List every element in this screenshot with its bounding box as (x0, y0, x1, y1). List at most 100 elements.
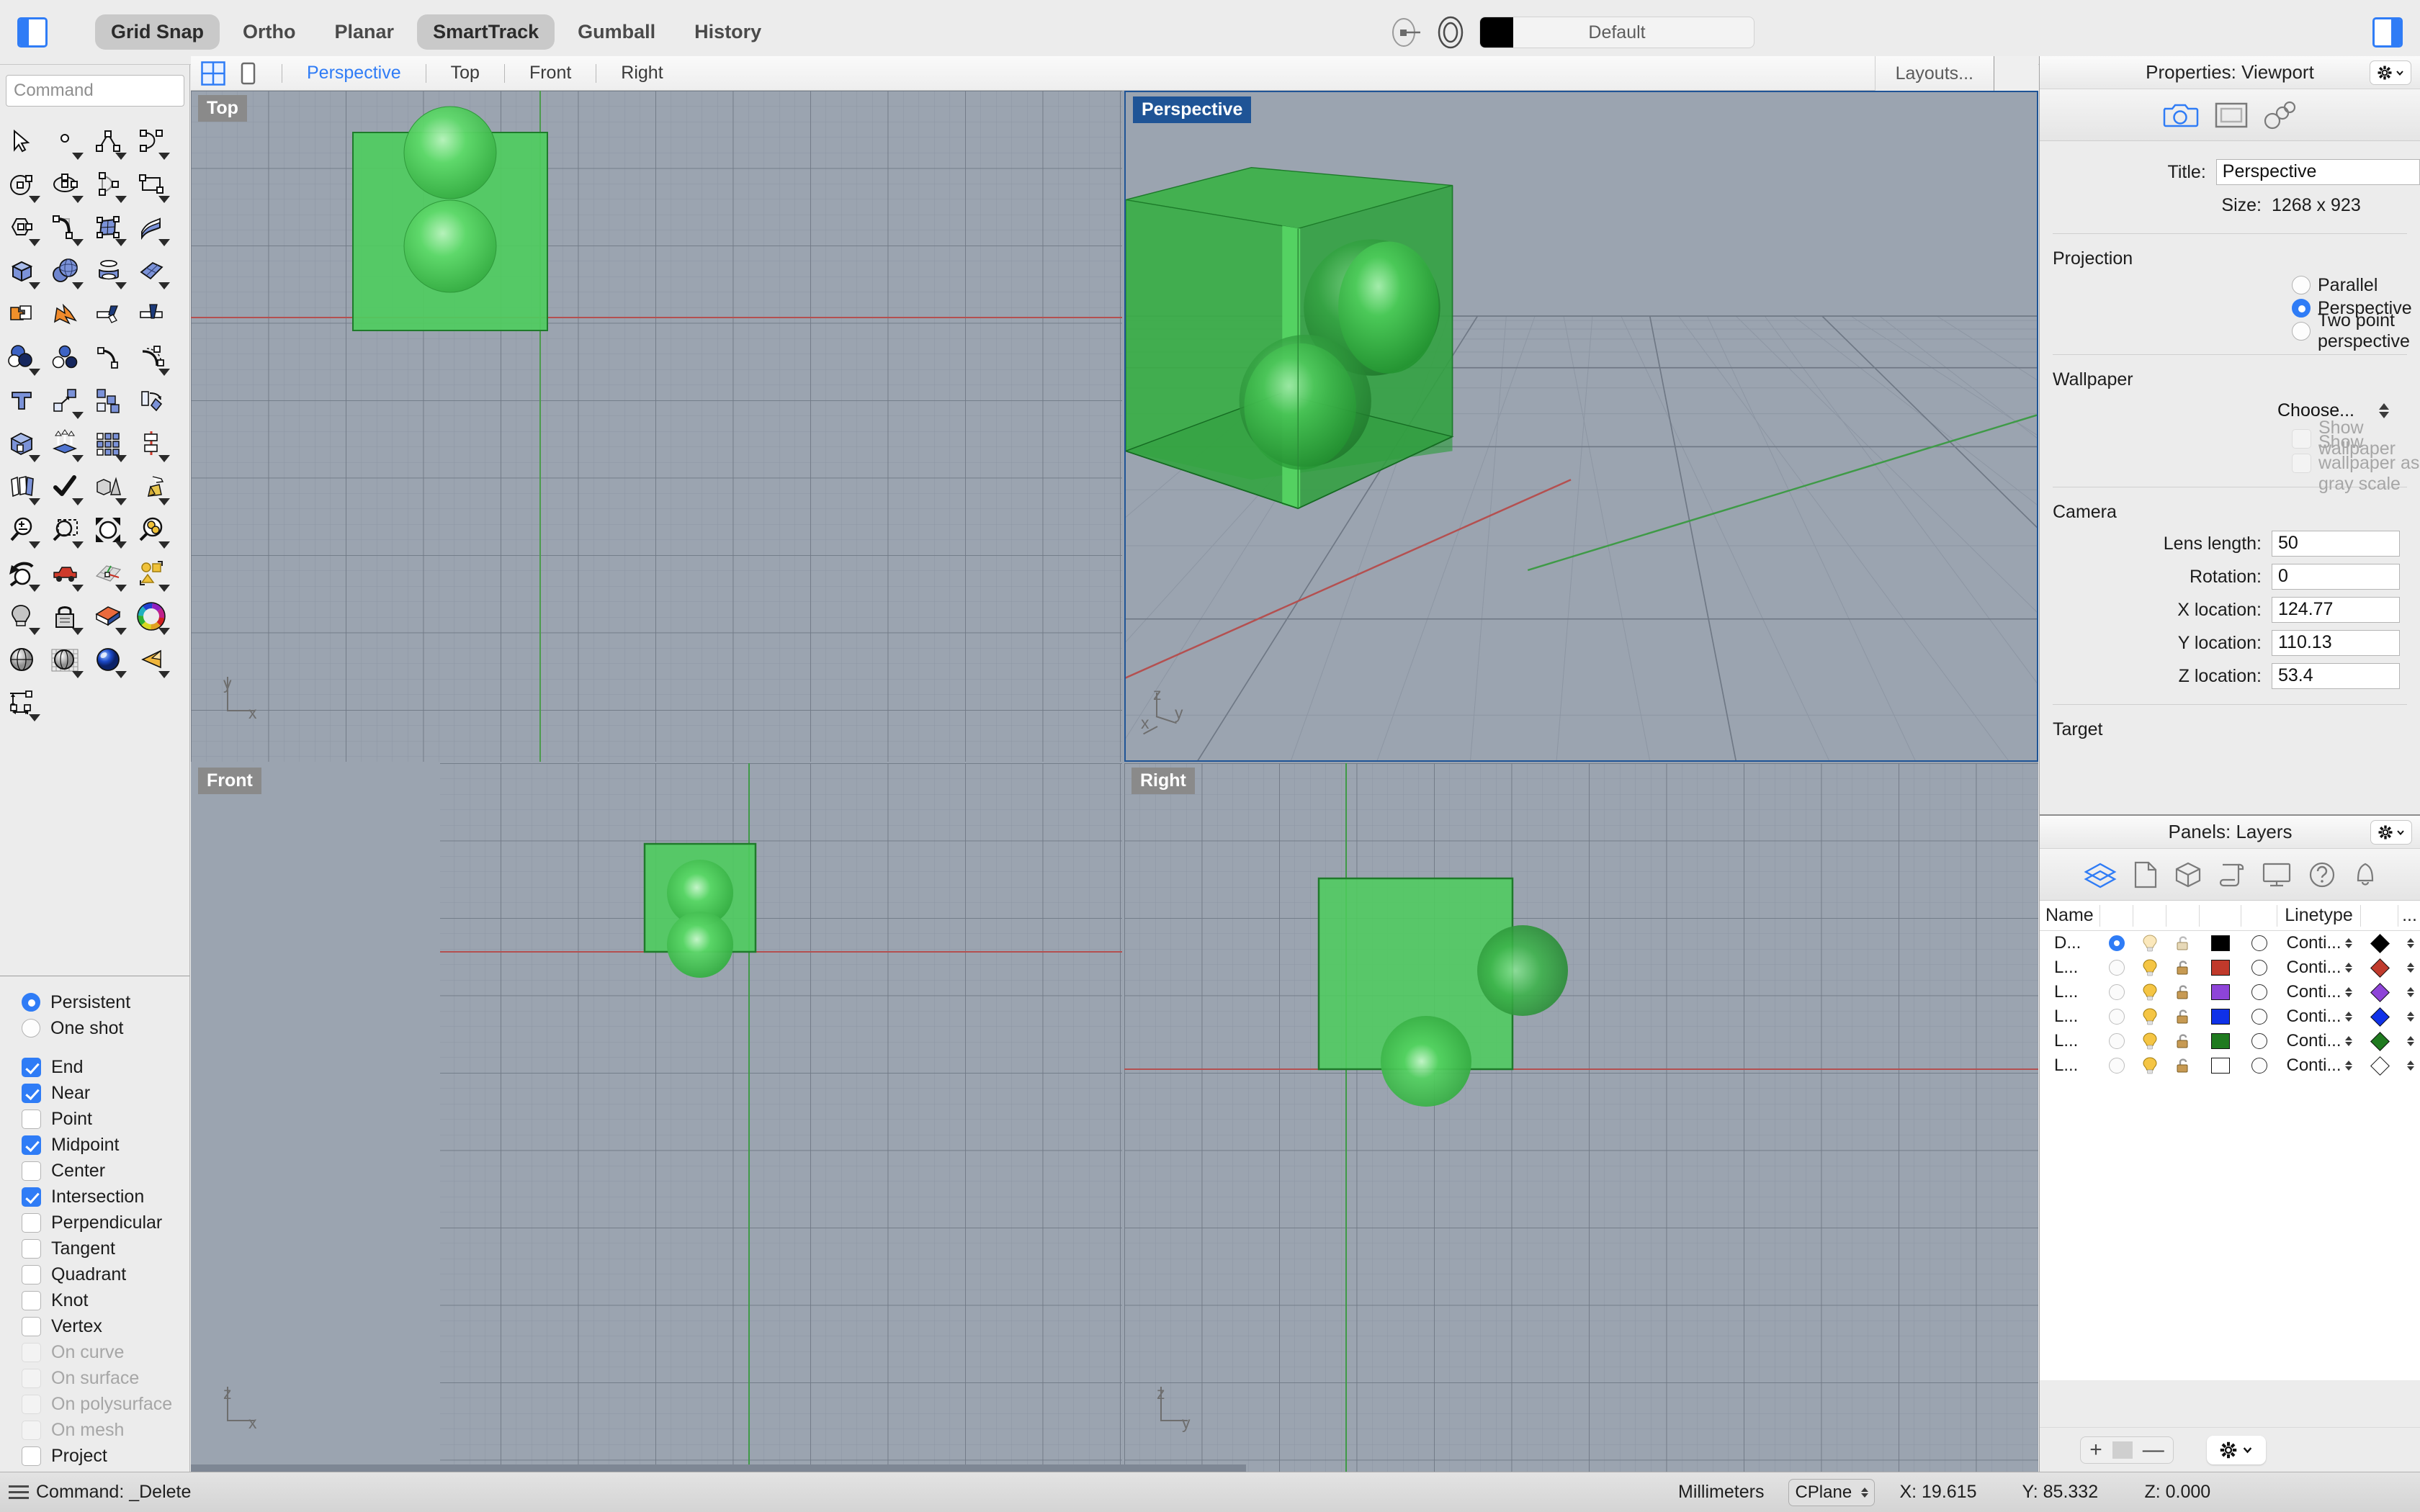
layers-icon[interactable] (2083, 860, 2118, 889)
tab-front[interactable]: Front (516, 63, 584, 84)
tool-boolean-union-icon[interactable] (0, 292, 43, 336)
table-row[interactable]: L... Conti... (2040, 980, 2420, 1004)
layer-linetype-select[interactable]: Conti... (2277, 1031, 2361, 1051)
cube-icon[interactable] (2174, 860, 2202, 889)
tab-top[interactable]: Top (438, 63, 493, 84)
osnap-project[interactable]: Project (22, 1443, 189, 1469)
osnap-end[interactable]: End (22, 1054, 189, 1080)
layer-visibility-bulb-icon[interactable] (2133, 1032, 2166, 1050)
table-row[interactable]: D... Conti... (2040, 931, 2420, 955)
osnap-midpoint[interactable]: Midpoint (22, 1132, 189, 1158)
table-row[interactable]: L... Conti... (2040, 1004, 2420, 1029)
layer-col-name[interactable]: Name (2040, 904, 2100, 927)
tool-edit-points-icon[interactable] (130, 336, 173, 379)
tool-text-icon[interactable] (0, 379, 43, 422)
tool-cplane-icon[interactable] (86, 552, 130, 595)
tool-split-icon[interactable] (130, 292, 173, 336)
layer-more-menu[interactable] (2398, 1036, 2420, 1046)
layer-color-swatch[interactable] (2200, 984, 2241, 1000)
toggle-smarttrack[interactable]: SmartTrack (417, 14, 555, 50)
tab-right[interactable]: Right (608, 63, 676, 84)
layer-lock-icon[interactable] (2166, 983, 2200, 1002)
radio-two-point-perspective[interactable] (2292, 322, 2311, 341)
layer-current-toggle[interactable] (2100, 935, 2133, 951)
layer-visibility-bulb-icon[interactable] (2133, 1056, 2166, 1075)
layer-color-swatch[interactable] (2200, 960, 2241, 976)
linked-objects-icon[interactable] (2264, 101, 2298, 130)
checkbox-intersection[interactable] (22, 1187, 41, 1207)
layer-material-icon[interactable] (2241, 960, 2277, 976)
tool-control-points-on-icon[interactable] (86, 336, 130, 379)
toggle-planar[interactable]: Planar (319, 14, 411, 50)
layer-current-toggle[interactable] (2100, 1009, 2133, 1025)
layer-more-menu[interactable] (2398, 987, 2420, 997)
tool-curve-icon[interactable] (130, 120, 173, 163)
layer-more-menu[interactable] (2398, 938, 2420, 948)
layer-current-toggle[interactable] (2100, 1033, 2133, 1049)
projection-two-point-option[interactable]: Two point perspective (2040, 310, 2420, 351)
layer-name[interactable]: L... (2040, 1031, 2100, 1051)
tool-offset-icon[interactable] (0, 465, 43, 508)
checkbox-vertex[interactable] (22, 1316, 41, 1336)
tool-zoom-window-icon[interactable] (43, 508, 86, 552)
layer-print-color-swatch[interactable] (2361, 1031, 2398, 1051)
notifications-bell-icon[interactable] (2352, 860, 2378, 889)
checkbox-tangent[interactable] (22, 1238, 41, 1259)
layer-col-more[interactable]: ... (2398, 905, 2420, 927)
layer-col-material[interactable] (2241, 904, 2277, 927)
layer-linetype-select[interactable]: Conti... (2277, 958, 2361, 978)
checkbox-midpoint[interactable] (22, 1135, 41, 1155)
tool-wireframe-view-icon[interactable] (43, 638, 86, 681)
layer-color-swatch[interactable] (2200, 1009, 2241, 1025)
page-icon[interactable] (2133, 860, 2158, 889)
lens-length-input[interactable]: 50 (2272, 531, 2400, 557)
viewport-frame-icon[interactable] (2215, 101, 2248, 130)
tool-ungroup-icon[interactable] (43, 336, 86, 379)
layer-lock-icon[interactable] (2166, 934, 2200, 953)
osnap-center[interactable]: Center (22, 1158, 189, 1184)
layer-material-icon[interactable] (2241, 935, 2277, 951)
osnap-point[interactable]: Point (22, 1106, 189, 1132)
tool-lock-icon[interactable] (43, 595, 86, 638)
material-target-icon[interactable] (1435, 13, 1466, 52)
layer-current-toggle[interactable] (2100, 984, 2133, 1000)
layer-linetype-select[interactable]: Conti... (2277, 1007, 2361, 1027)
toggle-gumball[interactable]: Gumball (562, 14, 671, 50)
tool-arc-icon[interactable] (86, 163, 130, 206)
layer-linetype-select[interactable]: Conti... (2277, 982, 2361, 1002)
tool-mirror-icon[interactable] (130, 422, 173, 465)
tool-rotate-icon[interactable] (130, 379, 173, 422)
material-selector[interactable]: Default (1479, 17, 1754, 48)
checkbox-point[interactable] (22, 1109, 41, 1129)
layer-visibility-bulb-icon[interactable] (2133, 983, 2166, 1002)
viewport-front[interactable]: Front z x (191, 763, 1122, 1472)
tool-circle-icon[interactable] (0, 163, 43, 206)
viewport-perspective[interactable]: Perspective z y x (1124, 91, 2038, 762)
osnap-quadrant[interactable]: Quadrant (22, 1261, 189, 1287)
command-prompt-area[interactable]: Command: _Delete (0, 1482, 191, 1503)
viewport-top[interactable]: Top y x (191, 91, 1122, 762)
layer-current-toggle[interactable] (2100, 960, 2133, 976)
remove-layer-button[interactable]: — (2133, 1438, 2174, 1462)
radio-parallel[interactable] (2292, 276, 2311, 294)
tool-walk-icon[interactable] (43, 552, 86, 595)
layer-visibility-bulb-icon[interactable] (2133, 958, 2166, 977)
layer-visibility-bulb-icon[interactable] (2133, 934, 2166, 953)
layer-name[interactable]: L... (2040, 958, 2100, 978)
layer-lock-icon[interactable] (2166, 1032, 2200, 1050)
tool-array-icon[interactable] (86, 422, 130, 465)
tool-render-material-icon[interactable] (86, 595, 130, 638)
layer-linetype-select[interactable]: Conti... (2277, 933, 2361, 953)
display-icon[interactable] (2262, 860, 2292, 889)
checkbox-center[interactable] (22, 1161, 41, 1181)
osnap-vertex[interactable]: Vertex (22, 1313, 189, 1339)
single-view-layout-icon[interactable] (236, 61, 260, 86)
layer-color-swatch[interactable] (2200, 1033, 2241, 1049)
layer-linetype-select[interactable]: Conti... (2277, 1056, 2361, 1076)
tool-zoom-extents-icon[interactable] (86, 508, 130, 552)
projection-parallel-option[interactable]: Parallel (2040, 274, 2420, 297)
add-layer-button[interactable]: + (2079, 1438, 2112, 1462)
tab-perspective[interactable]: Perspective (294, 63, 414, 84)
tool-cylinder-icon[interactable] (86, 249, 130, 292)
tool-zoom-previous-icon[interactable] (0, 552, 43, 595)
